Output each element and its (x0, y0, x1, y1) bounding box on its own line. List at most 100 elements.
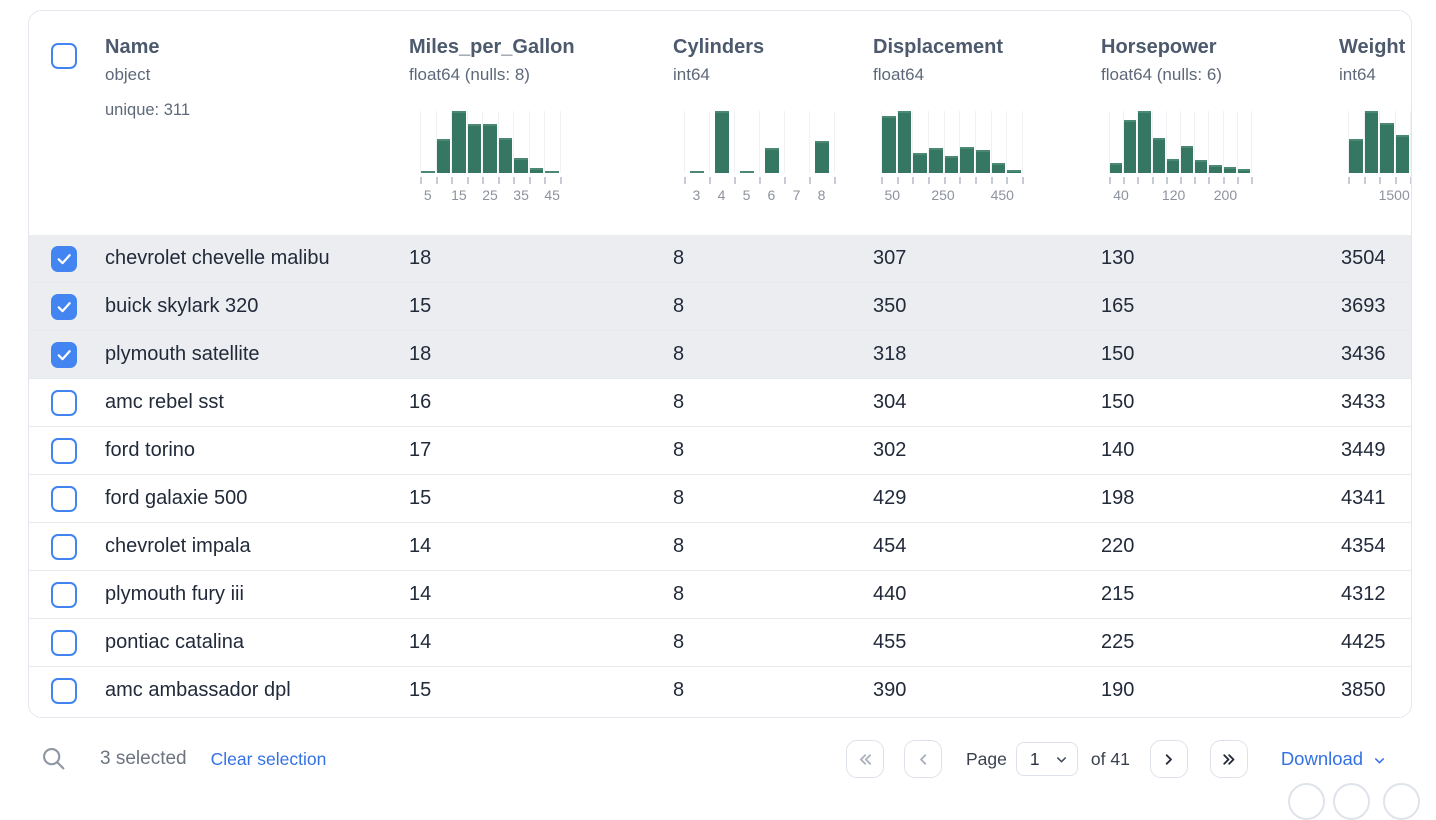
axis-tick (529, 177, 531, 184)
axis-tick (944, 177, 946, 184)
axis-tick (1237, 177, 1239, 184)
row-checkbox[interactable] (51, 582, 77, 608)
axis-tick (1180, 177, 1182, 184)
table-row: ford torino 17 8 302 140 3449 (29, 427, 1411, 475)
histogram-bar (882, 116, 896, 173)
axis-tick (436, 177, 438, 184)
cell-cylinders: 8 (673, 475, 684, 522)
histogram-gridline (1006, 111, 1007, 173)
histogram-bar (514, 158, 528, 174)
select-all-checkbox[interactable] (51, 43, 77, 69)
row-checkbox[interactable] (51, 294, 77, 320)
column-title: Miles_per_Gallon (409, 34, 575, 60)
checkmark-icon (55, 346, 73, 364)
axis-tick (709, 177, 711, 184)
column-header-miles-per-gallon: Miles_per_Gallon float64 (nulls: 8) (409, 34, 575, 85)
row-checkbox[interactable] (51, 678, 77, 704)
cell-name: plymouth satellite (105, 331, 260, 378)
histogram-bar (913, 153, 927, 173)
page-number-select[interactable]: 1 (1016, 742, 1078, 776)
cell-weight: 4354 (1341, 523, 1386, 570)
row-checkbox[interactable] (51, 390, 77, 416)
column-title: Weight (1339, 34, 1405, 60)
axis-tick (759, 177, 761, 184)
prev-page-button[interactable] (904, 740, 942, 778)
axis-tick (420, 177, 422, 184)
download-menu[interactable]: Download (1281, 748, 1387, 770)
axis-tick-label: 35 (513, 187, 529, 203)
axis-tick (1152, 177, 1154, 184)
histogram-miles-per-gallon: 515253545 (420, 111, 560, 211)
histogram-bar (1167, 159, 1179, 173)
last-page-button[interactable] (1210, 740, 1248, 778)
axis-tick (897, 177, 899, 184)
row-checkbox[interactable] (51, 438, 77, 464)
cell-weight: 3433 (1341, 379, 1386, 426)
cutoff-round-button[interactable] (1288, 783, 1325, 820)
checkmark-icon (55, 250, 73, 268)
histogram-gridline (734, 111, 735, 173)
cell-name: chevrolet chevelle malibu (105, 235, 330, 282)
axis-tick-label: 45 (544, 187, 560, 203)
histogram-bar (1195, 160, 1207, 173)
row-checkbox[interactable] (51, 534, 77, 560)
histogram-horsepower: 40120200 (1109, 111, 1251, 211)
axis-tick-label: 8 (818, 187, 826, 203)
column-header-displacement: Displacement float64 (873, 34, 1003, 85)
cell-horsepower: 130 (1101, 235, 1134, 282)
histogram-bar (1181, 146, 1193, 173)
axis-tick (881, 177, 883, 184)
cell-weight: 3693 (1341, 283, 1386, 330)
axis-tick-label: 40 (1113, 187, 1129, 203)
column-unique-count: unique: 311 (105, 101, 190, 120)
histogram-bar (976, 150, 990, 173)
column-header-weight: Weight int64 (1339, 34, 1405, 85)
axis-tick (544, 177, 546, 184)
cell-displacement: 307 (873, 235, 906, 282)
cell-displacement: 350 (873, 283, 906, 330)
cell-cylinders: 8 (673, 379, 684, 426)
column-dtype: float64 (nulls: 6) (1101, 65, 1222, 85)
histogram-bar (468, 124, 482, 173)
cutoff-round-button[interactable] (1333, 783, 1370, 820)
histogram-gridline (420, 111, 421, 173)
histogram-bar (1349, 139, 1363, 173)
axis-tick-label: 25 (482, 187, 498, 203)
cell-name: buick skylark 320 (105, 283, 258, 330)
row-checkbox[interactable] (51, 486, 77, 512)
page-label: Page (966, 749, 1007, 770)
histogram-bar (898, 111, 912, 173)
axis-tick (1022, 177, 1024, 184)
cell-name: amc rebel sst (105, 379, 224, 426)
next-page-button[interactable] (1150, 740, 1188, 778)
row-checkbox[interactable] (51, 630, 77, 656)
axis-tick-label: 250 (931, 187, 954, 203)
axis-tick (451, 177, 453, 184)
histogram-gridline (809, 111, 810, 173)
cutoff-round-button[interactable] (1383, 783, 1420, 820)
axis-tick (1137, 177, 1139, 184)
column-dtype: object (105, 65, 190, 85)
row-checkbox[interactable] (51, 342, 77, 368)
histogram-bar (1110, 163, 1122, 174)
clear-selection-link[interactable]: Clear selection (211, 749, 327, 770)
histogram-gridline (1022, 111, 1023, 173)
cell-miles-per-gallon: 16 (409, 379, 431, 426)
cell-weight: 3436 (1341, 331, 1386, 378)
axis-tick (1208, 177, 1210, 184)
histogram-bar (1396, 135, 1410, 173)
histogram-bar (1209, 165, 1221, 173)
first-page-button[interactable] (846, 740, 884, 778)
cell-name: amc ambassador dpl (105, 667, 291, 714)
axis-tick (784, 177, 786, 184)
cell-displacement: 302 (873, 427, 906, 474)
row-checkbox[interactable] (51, 246, 77, 272)
axis-tick (1410, 177, 1412, 184)
search-icon[interactable] (40, 745, 68, 773)
histogram-bar (715, 111, 729, 173)
axis-tick (1223, 177, 1225, 184)
data-table-card: Name object unique: 311 Miles_per_Gallon… (28, 10, 1412, 718)
axis-tick (991, 177, 993, 184)
histogram-bar (530, 168, 544, 173)
histogram-gridline (1223, 111, 1224, 173)
